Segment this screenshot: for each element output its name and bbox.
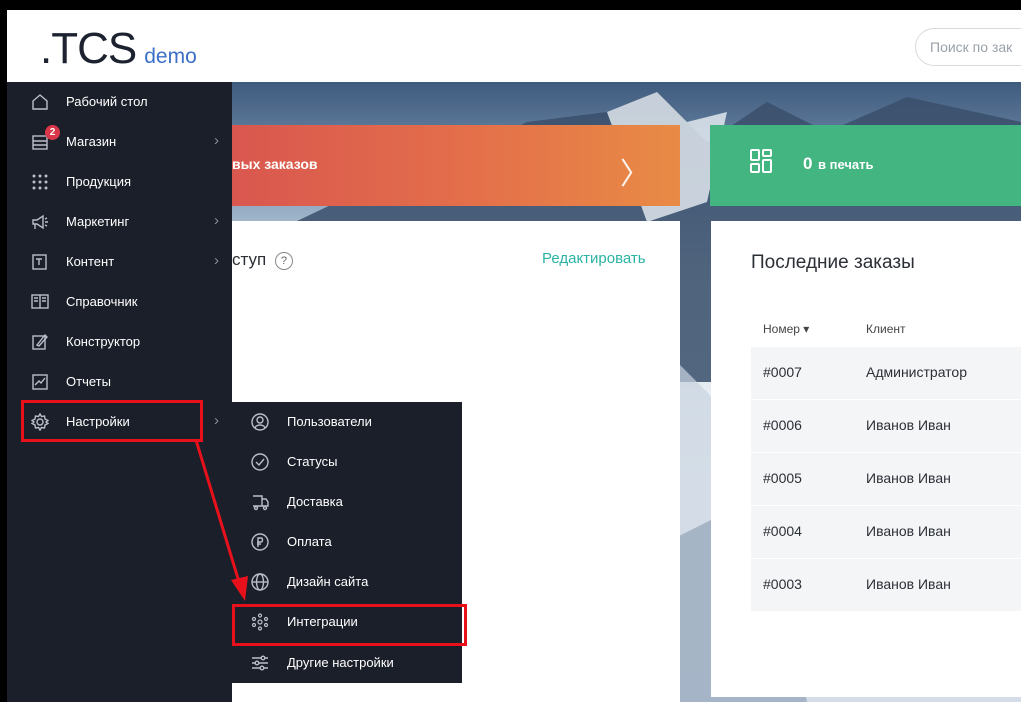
app-window: .TCS demo Поиск по зак вых заказов 〉 0 в…	[7, 10, 1021, 702]
annotation-arrow	[194, 439, 248, 601]
